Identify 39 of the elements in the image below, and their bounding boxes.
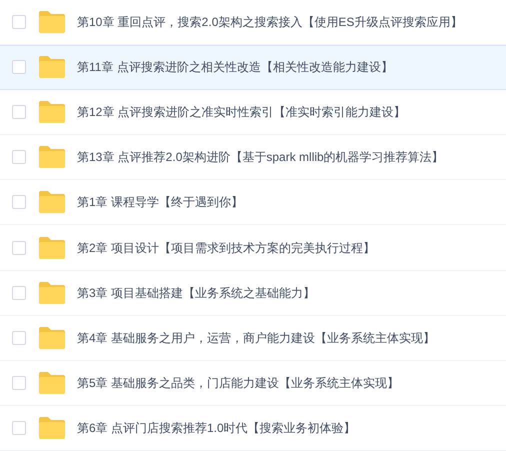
folder-name[interactable]: 第2章 项目设计【项目需求到技术方案的完美执行过程】 <box>77 238 376 257</box>
folder-name[interactable]: 第12章 点评搜索进阶之准实时性索引【准实时索引能力建设】 <box>77 103 406 122</box>
folder-icon <box>39 372 65 394</box>
file-row[interactable]: 第1章 课程导学【终于遇到你】 <box>0 180 506 226</box>
folder-icon <box>39 191 65 214</box>
checkbox[interactable] <box>12 376 26 390</box>
file-row[interactable]: 第13章 点评推荐2.0架构进阶【基于spark mllib的机器学习推荐算法】 <box>0 135 506 180</box>
checkbox[interactable] <box>12 15 26 30</box>
folder-name[interactable]: 第13章 点评推荐2.0架构进阶【基于spark mllib的机器学习推荐算法】 <box>77 148 444 166</box>
folder-name[interactable]: 第10章 重回点评，搜索2.0架构之搜索接入【使用ES升级点评搜索应用】 <box>77 13 462 32</box>
folder-icon <box>39 146 65 168</box>
folder-icon <box>39 416 65 439</box>
checkbox[interactable] <box>12 240 26 255</box>
file-row[interactable]: 第4章 基础服务之用户，运营，商户能力建设【业务系统主体实现】 <box>0 316 506 361</box>
checkbox[interactable] <box>12 60 26 74</box>
file-row[interactable]: 第11章 点评搜索进阶之相关性改造【相关性改造能力建设】 <box>0 45 506 90</box>
folder-icon <box>39 236 65 259</box>
folder-name[interactable]: 第4章 基础服务之用户，运营，商户能力建设【业务系统主体实现】 <box>77 328 436 347</box>
file-row[interactable]: 第2章 项目设计【项目需求到技术方案的完美执行过程】 <box>0 225 506 271</box>
checkbox[interactable] <box>12 286 26 300</box>
checkbox[interactable] <box>12 195 26 210</box>
folder-icon <box>39 11 65 34</box>
folder-name[interactable]: 第11章 点评搜索进阶之相关性改造【相关性改造能力建设】 <box>77 58 393 76</box>
folder-name[interactable]: 第3章 项目基础搭建【业务系统之基础能力】 <box>77 284 316 302</box>
folder-icon <box>39 326 65 349</box>
folder-icon <box>39 101 65 124</box>
folder-icon <box>39 56 65 78</box>
file-row[interactable]: 第12章 点评搜索进阶之准实时性索引【准实时索引能力建设】 <box>0 90 506 136</box>
checkbox[interactable] <box>12 105 26 120</box>
file-row[interactable]: 第5章 基础服务之品类，门店能力建设【业务系统主体实现】 <box>0 360 506 406</box>
folder-name[interactable]: 第1章 课程导学【终于遇到你】 <box>77 193 244 212</box>
file-row[interactable]: 第6章 点评门店搜索推荐1.0时代【搜索业务初体验】 <box>0 406 506 451</box>
folder-icon <box>39 282 65 304</box>
folder-name[interactable]: 第6章 点评门店搜索推荐1.0时代【搜索业务初体验】 <box>77 418 356 437</box>
folder-name[interactable]: 第5章 基础服务之品类，门店能力建设【业务系统主体实现】 <box>77 374 400 392</box>
checkbox[interactable] <box>12 420 26 435</box>
checkbox[interactable] <box>12 330 26 345</box>
checkbox[interactable] <box>12 150 26 164</box>
file-row[interactable]: 第3章 项目基础搭建【业务系统之基础能力】 <box>0 270 506 316</box>
